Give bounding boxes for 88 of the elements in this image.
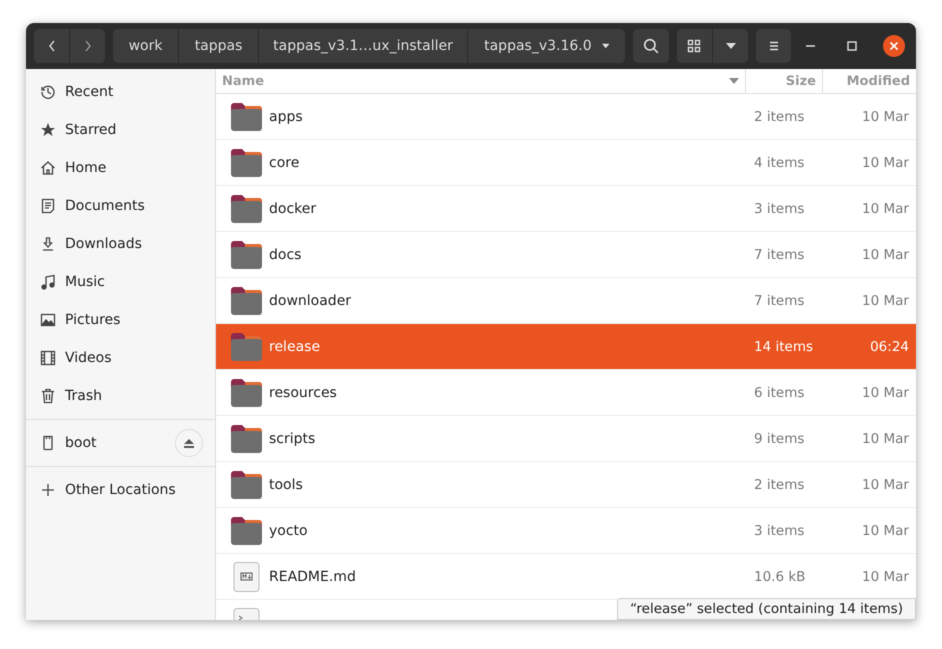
folder-icon bbox=[230, 378, 263, 408]
modified-date: 10 Mar bbox=[862, 108, 910, 124]
folder-icon bbox=[230, 194, 263, 224]
sidebar-item[interactable]: Trash bbox=[26, 377, 215, 415]
sidebar-item[interactable]: Recent bbox=[26, 73, 215, 111]
picture-icon bbox=[40, 312, 56, 328]
file-name: apps bbox=[269, 108, 303, 124]
file-name: README.md bbox=[269, 568, 356, 584]
file-row[interactable]: apps 2 items 10 Mar bbox=[216, 94, 916, 140]
trash-icon bbox=[40, 388, 56, 404]
file-size: 10.6 kB bbox=[753, 568, 806, 584]
file-row[interactable]: scripts 9 items 10 Mar bbox=[216, 416, 916, 462]
file-name: docs bbox=[269, 246, 302, 262]
grid-icon bbox=[687, 39, 702, 53]
modified-date: 10 Mar bbox=[862, 292, 910, 308]
file-row[interactable]: downloader 7 items 10 Mar bbox=[216, 278, 916, 324]
modified-date: 10 Mar bbox=[862, 522, 910, 538]
sort-caret-icon bbox=[729, 78, 739, 84]
modified-date: 10 Mar bbox=[862, 384, 910, 400]
folder-icon bbox=[230, 332, 263, 362]
file-name: resources bbox=[269, 384, 337, 400]
file-row[interactable]: core 4 items 10 Mar bbox=[216, 140, 916, 186]
folder-icon bbox=[230, 424, 263, 454]
path-button[interactable]: work bbox=[112, 29, 180, 63]
file-name: docker bbox=[269, 200, 316, 216]
file-row[interactable]: tools 2 items 10 Mar bbox=[216, 462, 916, 508]
file-size: 7 items bbox=[753, 292, 806, 308]
file-row[interactable]: yocto 3 items 10 Mar bbox=[216, 508, 916, 554]
sidebar-item[interactable]: Documents bbox=[26, 187, 215, 225]
sidebar-item[interactable]: boot bbox=[26, 424, 215, 462]
star-icon bbox=[40, 122, 56, 138]
file-size: 9 items bbox=[753, 430, 806, 446]
modified-date: 10 Mar bbox=[862, 154, 910, 170]
plus-icon bbox=[40, 482, 56, 498]
file-name: downloader bbox=[269, 292, 352, 308]
file-size: 6 items bbox=[753, 384, 806, 400]
file-size: 14 items bbox=[753, 338, 814, 354]
sidebar-item[interactable]: Home bbox=[26, 149, 215, 187]
folder-icon bbox=[230, 286, 263, 316]
folder-icon bbox=[230, 102, 263, 132]
sidebar-item[interactable]: Music bbox=[26, 263, 215, 301]
file-row[interactable]: docs 7 items 10 Mar bbox=[216, 232, 916, 278]
close-button[interactable] bbox=[883, 35, 905, 57]
sidebar-item[interactable]: Videos bbox=[26, 339, 215, 377]
file-size: 4 items bbox=[753, 154, 806, 170]
folder-icon bbox=[230, 240, 263, 270]
folder-icon bbox=[230, 470, 263, 500]
folder-icon bbox=[230, 148, 263, 178]
file-row[interactable]: README.md 10.6 kB 10 Mar bbox=[216, 554, 916, 600]
close-icon bbox=[889, 41, 899, 51]
download-icon bbox=[40, 236, 56, 252]
file-size: 3 items bbox=[753, 200, 806, 216]
sidebar-item[interactable]: Downloads bbox=[26, 225, 215, 263]
file-name: scripts bbox=[269, 430, 316, 446]
file-name: core bbox=[269, 154, 300, 170]
folder-icon bbox=[230, 516, 263, 546]
modified-date: 10 Mar bbox=[862, 200, 910, 216]
eject-button[interactable] bbox=[175, 429, 203, 457]
status-overlay: “release” selected (containing 14 items) bbox=[617, 598, 916, 620]
clock-icon bbox=[40, 84, 56, 100]
file-row[interactable]: docker 3 items 10 Mar bbox=[216, 186, 916, 232]
music-note-icon bbox=[40, 274, 56, 290]
file-name: tools bbox=[269, 476, 303, 492]
file-size: 2 items bbox=[753, 476, 806, 492]
modified-date: 06:24 bbox=[870, 338, 910, 354]
modified-date: 10 Mar bbox=[862, 568, 910, 584]
file-size: 7 items bbox=[753, 246, 806, 262]
file-name: release bbox=[269, 338, 320, 354]
modified-date: 10 Mar bbox=[862, 476, 910, 492]
sidebar-item[interactable]: Other Locations bbox=[26, 471, 215, 509]
search-icon bbox=[643, 38, 660, 54]
film-icon bbox=[40, 350, 56, 366]
file-row[interactable]: release 14 items 06:24 bbox=[216, 324, 916, 370]
file-name: yocto bbox=[269, 522, 308, 538]
file-size: 3 items bbox=[753, 522, 806, 538]
caret-icon bbox=[726, 43, 736, 49]
sidebar-item[interactable]: Starred bbox=[26, 111, 215, 149]
grid-view-button[interactable] bbox=[676, 29, 713, 63]
modified-date: 10 Mar bbox=[862, 246, 910, 262]
file-size: 2 items bbox=[753, 108, 806, 124]
modified-date: 10 Mar bbox=[862, 430, 910, 446]
maximize-icon bbox=[847, 41, 857, 51]
file-row[interactable]: resources 6 items 10 Mar bbox=[216, 370, 916, 416]
home-icon bbox=[40, 160, 56, 176]
sidebar-item[interactable]: Pictures bbox=[26, 301, 215, 339]
document-icon bbox=[40, 198, 56, 214]
eject-icon bbox=[184, 438, 194, 448]
minimize-icon bbox=[806, 45, 814, 47]
